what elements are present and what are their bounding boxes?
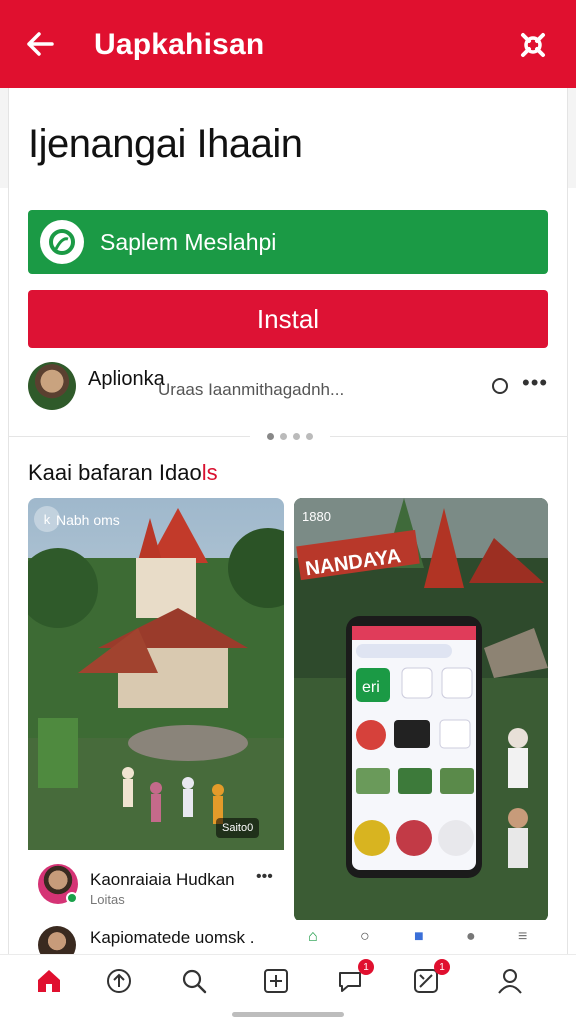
- app-bar-title: Uapkahisan: [94, 28, 265, 61]
- home-icon: ⌂: [308, 928, 318, 945]
- home-icon[interactable]: [33, 965, 65, 997]
- radio-icon[interactable]: [492, 378, 508, 394]
- post-author-row[interactable]: Kaonraiaia Hudkan Loitas •••: [28, 852, 284, 922]
- settings-icon[interactable]: [518, 30, 548, 60]
- developer-name: Aplionka: [88, 368, 165, 390]
- arrow-left-icon[interactable]: [22, 26, 58, 62]
- page-dot: [306, 432, 313, 440]
- app-bar: Uapkahisan: [0, 0, 576, 88]
- plus-square-icon[interactable]: [260, 965, 292, 997]
- upload-icon[interactable]: [103, 965, 135, 997]
- section-title-text: Kaai bafaran Idao: [28, 460, 202, 485]
- developer-subtitle: Uraas Iaanmithagadnh...: [158, 380, 345, 399]
- page-indicator: [250, 430, 330, 442]
- avatar: [28, 362, 76, 410]
- more-options-icon[interactable]: •••: [522, 370, 548, 396]
- search-icon[interactable]: [178, 965, 210, 997]
- primary-action-button[interactable]: Saplem Meslahpi: [28, 210, 548, 274]
- section-title-highlight: ls: [201, 460, 218, 485]
- section-title: Kaai bafaran Idaols: [28, 460, 218, 486]
- video-duration: Saito0: [216, 818, 260, 838]
- home-indicator: [232, 1012, 344, 1017]
- page-dot: [267, 432, 274, 440]
- chat-icon[interactable]: 1: [334, 959, 374, 997]
- chat-icon: ●: [466, 928, 476, 945]
- page-title: Ijenangai Ihaain: [28, 122, 303, 166]
- page-dot: [280, 432, 287, 440]
- post-author-name: Kaonraiaia Hudkan: [90, 870, 235, 889]
- tile-label-right: 1880: [302, 509, 331, 524]
- video-thumbnail-right[interactable]: NANDAYA eri: [294, 498, 548, 922]
- notification-badge: 1: [434, 959, 450, 975]
- phone-app-label: eri: [362, 679, 380, 696]
- notification-badge: 1: [358, 959, 374, 975]
- post-author-row-2[interactable]: Kapiomatede uomsk .: [28, 924, 284, 964]
- page-dot: [293, 432, 300, 440]
- post-subtitle: Loitas: [90, 892, 125, 907]
- tile-label: Nabh oms: [56, 512, 120, 528]
- search-icon: ○: [360, 928, 370, 945]
- phone-mini-nav: ⌂ ○ ■ ● ≡: [296, 920, 548, 956]
- app-logo-icon: [40, 220, 84, 264]
- menu-icon: ≡: [518, 928, 528, 945]
- developer-row[interactable]: Aplionka Uraas Iaanmithagadnh... •••: [28, 362, 548, 418]
- activity-icon[interactable]: 1: [410, 959, 450, 997]
- video-thumbnail-left[interactable]: [28, 498, 284, 850]
- verified-badge: [66, 892, 78, 904]
- primary-action-label: Saplem Meslahpi: [100, 229, 277, 255]
- post-author-name-2: Kapiomatede uomsk .: [90, 928, 255, 947]
- more-options-icon[interactable]: •••: [256, 868, 273, 886]
- install-button[interactable]: Instal: [28, 290, 548, 348]
- person-icon[interactable]: [494, 965, 526, 997]
- bookmark-icon: ■: [414, 928, 424, 945]
